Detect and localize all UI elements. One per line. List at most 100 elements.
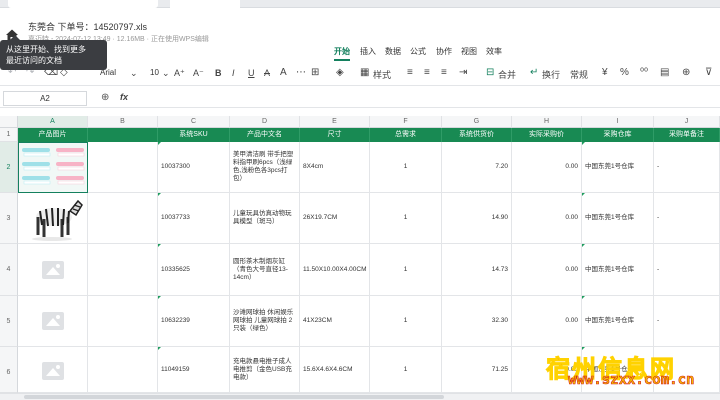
cell-blank[interactable] <box>88 244 158 296</box>
cell-supply-price[interactable]: 14.90 <box>442 193 512 244</box>
cell-sku[interactable]: 10335625 <box>158 244 230 296</box>
border-icon[interactable]: ⊞ <box>311 67 319 78</box>
col-header-d[interactable]: D <box>230 116 300 128</box>
row-header-1[interactable]: 1 <box>0 128 18 142</box>
currency-icon[interactable]: ¥ <box>602 67 608 78</box>
merge-icon[interactable]: ⊟ <box>486 67 494 78</box>
header-warehouse[interactable]: 采购仓库 <box>582 128 654 142</box>
cell-name[interactable]: 儿童玩具仿真动物玩具模型（斑马） <box>230 193 300 244</box>
cell-note[interactable]: - <box>654 244 720 296</box>
row-col-icon[interactable]: ▤ <box>660 67 669 78</box>
row-header-5[interactable]: 5 <box>0 296 18 347</box>
menu-formula[interactable]: 公式 <box>410 46 426 57</box>
menu-efficiency[interactable]: 效率 <box>486 46 502 57</box>
cell-warehouse[interactable]: 中国东莞1号仓库 <box>582 296 654 347</box>
number-format-select[interactable]: 常规 <box>570 68 588 81</box>
document-tab[interactable] <box>8 0 158 8</box>
cell-warehouse[interactable]: 中国东莞1号仓库 <box>582 244 654 296</box>
header-sku[interactable]: 系统SKU <box>158 128 230 142</box>
zoom-icon[interactable]: ⊕ <box>101 92 109 103</box>
name-box[interactable]: A2 <box>3 91 87 106</box>
cell-blank[interactable] <box>88 193 158 244</box>
cell-supply-price[interactable]: 71.25 <box>442 347 512 393</box>
cell-warehouse[interactable]: 中国东莞1号仓库 <box>582 193 654 244</box>
font-size-select[interactable]: 10 <box>150 68 159 77</box>
cell-qty[interactable]: 1 <box>370 347 442 393</box>
col-header-c[interactable]: C <box>158 116 230 128</box>
col-header-a[interactable]: A <box>18 116 88 128</box>
cell-sku[interactable]: 10037300 <box>158 142 230 193</box>
header-total-demand[interactable]: 总需求 <box>370 128 442 142</box>
second-tab[interactable] <box>170 0 240 8</box>
cell-qty[interactable]: 1 <box>370 193 442 244</box>
cell-sku[interactable]: 10037733 <box>158 193 230 244</box>
fx-icon[interactable]: fx <box>120 92 128 102</box>
cell-qty[interactable]: 1 <box>370 244 442 296</box>
col-header-b[interactable]: B <box>88 116 158 128</box>
chevron-down-icon[interactable]: ⌄ <box>162 68 170 79</box>
cell-note[interactable]: - <box>654 296 720 347</box>
header-empty[interactable] <box>88 128 158 142</box>
col-header-h[interactable]: H <box>512 116 582 128</box>
filter-icon[interactable]: ⊽ <box>705 67 712 78</box>
cell-actual-price[interactable]: 0.00 <box>512 142 582 193</box>
header-note[interactable]: 采购单备注 <box>654 128 720 142</box>
cell-name[interactable]: 美甲清洁刷 带手把塑料指甲刷6pcs（浅绿色,浅粉色各3pcs打包） <box>230 142 300 193</box>
menu-insert[interactable]: 插入 <box>360 46 376 57</box>
cell-supply-price[interactable]: 32.30 <box>442 296 512 347</box>
chevron-down-icon[interactable]: ⌄ <box>130 68 138 79</box>
cell-warehouse[interactable]: 中国东莞1号仓库 <box>582 142 654 193</box>
cell-name[interactable]: 沙滩网球拍 休闲娱乐网球拍 儿童网球拍 2只装（绿色） <box>230 296 300 347</box>
cell-supply-price[interactable]: 14.73 <box>442 244 512 296</box>
cell-qty[interactable]: 1 <box>370 296 442 347</box>
select-all-corner[interactable] <box>0 116 18 128</box>
cell-size[interactable]: 15.6X4.6X4.6CM <box>300 347 370 393</box>
font-grow-icon[interactable]: A⁺ <box>174 68 185 79</box>
fill-icon[interactable]: ⊕ <box>682 67 690 78</box>
strikethrough-icon[interactable]: A <box>264 68 270 78</box>
cell-blank[interactable] <box>88 347 158 393</box>
header-size[interactable]: 尺寸 <box>300 128 370 142</box>
bold-icon[interactable]: B <box>215 68 222 78</box>
wrap-icon[interactable]: ↵ <box>530 67 538 78</box>
header-supply-price[interactable]: 系统供货价 <box>442 128 512 142</box>
menu-collab[interactable]: 协作 <box>436 46 452 57</box>
row-header-3[interactable]: 3 <box>0 193 18 244</box>
cell-supply-price[interactable]: 7.20 <box>442 142 512 193</box>
row-header-6[interactable]: 6 <box>0 347 18 393</box>
align-right-icon[interactable]: ≡ <box>441 67 447 78</box>
align-center-icon[interactable]: ≡ <box>424 67 430 78</box>
cell-size[interactable]: 8X4cm <box>300 142 370 193</box>
cell-size[interactable]: 41X23CM <box>300 296 370 347</box>
cell-note[interactable]: - <box>654 193 720 244</box>
horizontal-scrollbar[interactable] <box>0 393 720 400</box>
cell-note[interactable]: - <box>654 142 720 193</box>
cell-size[interactable]: 11.50X10.00X4.00CM <box>300 244 370 296</box>
cell-actual-price[interactable]: 0.00 <box>512 296 582 347</box>
decimal-icon[interactable]: ⁰⁰ <box>640 67 648 78</box>
menu-view[interactable]: 视图 <box>461 46 477 57</box>
cell-actual-price[interactable]: 0.00 <box>512 244 582 296</box>
more-icon[interactable]: ⋯ <box>296 67 306 78</box>
menu-start[interactable]: 开始 <box>334 46 350 61</box>
scrollbar-thumb[interactable] <box>24 395 444 399</box>
indent-icon[interactable]: ⇥ <box>459 67 467 78</box>
merge-button[interactable]: 合并 <box>498 68 516 81</box>
cell-sku[interactable]: 10632239 <box>158 296 230 347</box>
font-color-icon[interactable]: A <box>280 67 287 78</box>
cell-qty[interactable]: 1 <box>370 142 442 193</box>
fill-color-icon[interactable]: ◈ <box>336 67 344 78</box>
col-header-g[interactable]: G <box>442 116 512 128</box>
cell-style-icon[interactable]: ▦ <box>360 67 369 78</box>
row-header-2[interactable]: 2 <box>0 142 18 193</box>
header-product-name[interactable]: 产品中文名 <box>230 128 300 142</box>
style-dropdown[interactable]: 样式 <box>373 68 391 81</box>
cell-blank[interactable] <box>88 296 158 347</box>
italic-icon[interactable]: I <box>232 68 235 78</box>
header-product-image[interactable]: 产品图片 <box>18 128 88 142</box>
cell-name[interactable]: 充电款悬电推子成人电推剪（金色USB充电款） <box>230 347 300 393</box>
cell-name[interactable]: 圆形茶木制烟灰缸（青色大号直径13-14cm） <box>230 244 300 296</box>
menu-data[interactable]: 数据 <box>385 46 401 57</box>
cell-sku[interactable]: 11049159 <box>158 347 230 393</box>
header-actual-price[interactable]: 实际采购价 <box>512 128 582 142</box>
